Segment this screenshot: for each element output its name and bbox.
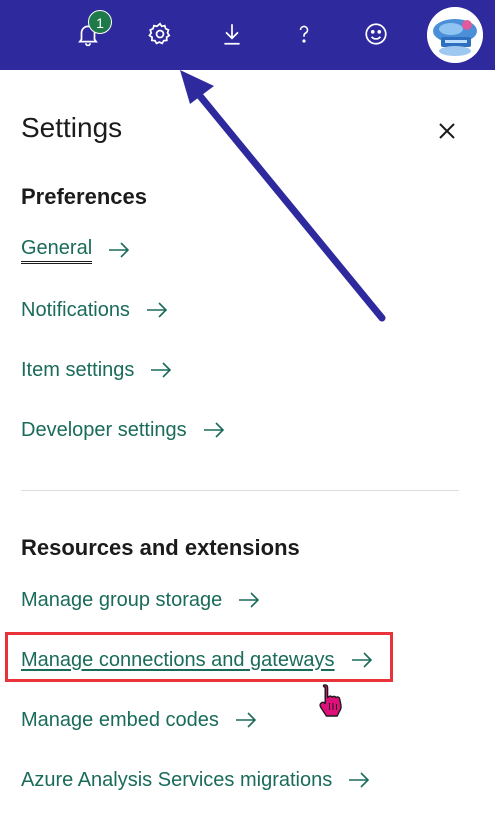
smiley-icon[interactable]: [356, 14, 396, 54]
link-general[interactable]: General: [21, 235, 130, 265]
gear-icon[interactable]: [140, 14, 180, 54]
link-manage-group-storage[interactable]: Manage group storage: [21, 585, 260, 615]
link-azure-analysis-services-migrations[interactable]: Azure Analysis Services migrations: [21, 765, 370, 795]
arrow-right-icon: [146, 302, 168, 318]
help-icon[interactable]: [284, 14, 324, 54]
arrow-right-icon: [238, 592, 260, 608]
link-notifications-label: Notifications: [21, 298, 130, 321]
link-item-settings-label: Item settings: [21, 358, 135, 381]
arrow-right-icon: [348, 772, 370, 788]
link-item-settings[interactable]: Item settings: [21, 355, 172, 385]
link-notifications[interactable]: Notifications: [21, 295, 168, 325]
link-manage-group-storage-label: Manage group storage: [21, 588, 223, 611]
arrow-right-icon: [203, 422, 225, 438]
link-developer-settings-label: Developer settings: [21, 418, 187, 441]
arrow-right-icon: [150, 362, 172, 378]
preferences-heading: Preferences: [21, 184, 147, 209]
download-icon[interactable]: [212, 14, 252, 54]
arrow-right-icon: [108, 242, 130, 258]
link-manage-embed-codes[interactable]: Manage embed codes: [21, 705, 257, 735]
top-bar: 1: [0, 0, 495, 70]
link-general-label: General: [21, 237, 93, 264]
link-developer-settings[interactable]: Developer settings: [21, 415, 225, 445]
panel-title: Settings: [21, 112, 123, 143]
arrow-right-icon: [235, 712, 257, 728]
hand-cursor-icon: [319, 684, 342, 717]
link-manage-embed-codes-label: Manage embed codes: [21, 708, 219, 731]
avatar[interactable]: [427, 7, 483, 63]
link-manage-connections-gateways-label: Manage connections and gateways: [21, 648, 335, 671]
close-button[interactable]: [432, 116, 462, 146]
resources-heading: Resources and extensions: [21, 535, 300, 560]
close-icon: [439, 123, 455, 139]
arrow-right-icon: [351, 652, 373, 668]
link-azure-analysis-services-migrations-label: Azure Analysis Services migrations: [21, 768, 333, 791]
notification-badge: 1: [88, 10, 112, 34]
link-manage-connections-gateways[interactable]: Manage connections and gateways: [21, 645, 373, 675]
section-divider: [21, 490, 459, 491]
